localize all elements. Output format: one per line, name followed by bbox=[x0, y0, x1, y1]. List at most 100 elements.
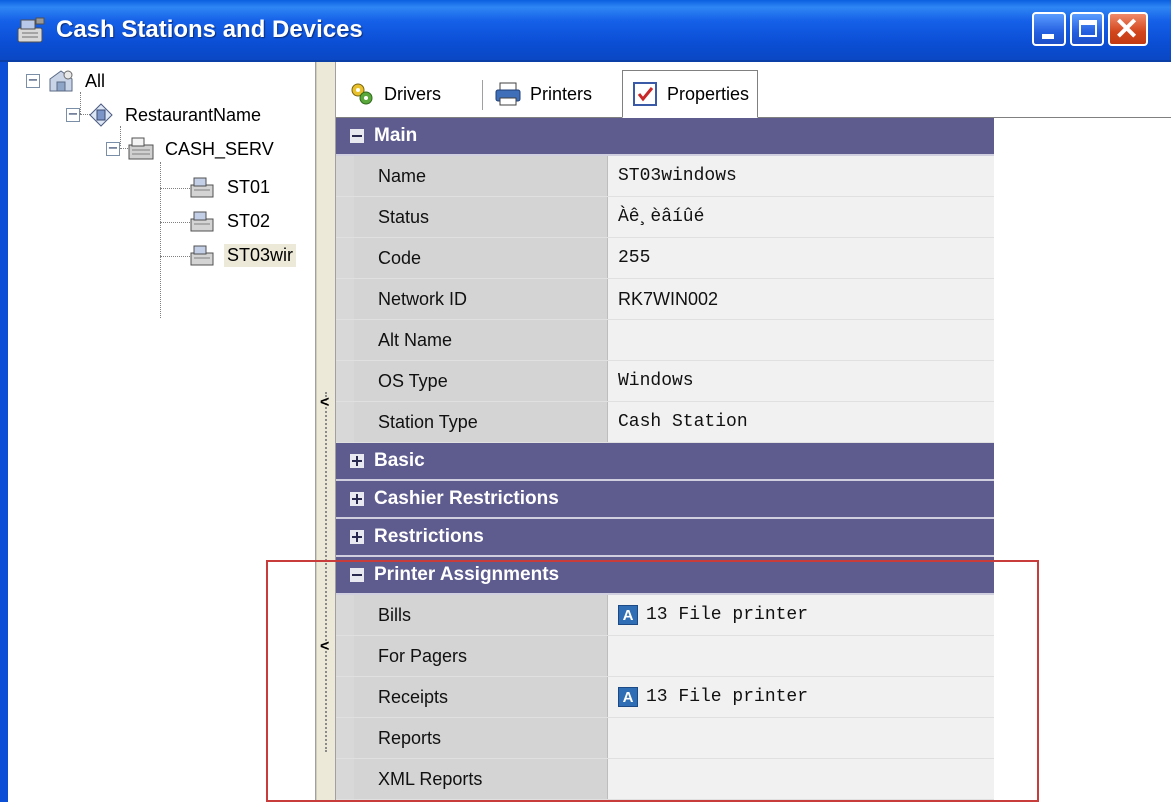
window-title: Cash Stations and Devices bbox=[56, 16, 363, 43]
tree-label-station: ST02 bbox=[227, 210, 271, 231]
device-tree: − All − RestaurantName − CASH_SERV ST01 … bbox=[8, 62, 316, 802]
section-title: Basic bbox=[374, 450, 425, 471]
property-value[interactable] bbox=[608, 759, 994, 799]
property-row[interactable]: Bills A 13 File printer bbox=[336, 595, 994, 636]
close-button[interactable]: ✕ bbox=[1108, 12, 1148, 46]
section-title: Cashier Restrictions bbox=[374, 488, 559, 509]
property-row[interactable]: For Pagers bbox=[336, 636, 994, 677]
property-name: OS Type bbox=[354, 361, 608, 401]
property-row[interactable]: OS Type Windows bbox=[336, 361, 994, 402]
cash-register-icon bbox=[190, 211, 214, 232]
section-header-printer-assignments[interactable]: Printer Assignments bbox=[336, 557, 994, 595]
collapse-arrow-icon[interactable]: < bbox=[320, 638, 329, 656]
minimize-icon bbox=[1042, 34, 1054, 39]
tab-properties[interactable]: Properties bbox=[622, 70, 759, 118]
section-title: Restrictions bbox=[374, 526, 484, 547]
section-title: Main bbox=[374, 125, 418, 146]
printer-assignment-icon: A bbox=[618, 687, 638, 707]
tree-label-station: ST01 bbox=[227, 176, 271, 197]
property-name: Alt Name bbox=[354, 320, 608, 360]
property-row[interactable]: Alt Name bbox=[336, 320, 994, 361]
printer-assignment-icon: A bbox=[618, 605, 638, 625]
tab-label: Drivers bbox=[384, 83, 441, 104]
tree-node-station[interactable]: ST02 bbox=[188, 206, 273, 236]
property-row[interactable]: Name ST03windows bbox=[336, 156, 994, 197]
property-value[interactable]: A 13 File printer bbox=[608, 595, 994, 635]
drivers-icon bbox=[351, 83, 373, 105]
expand-icon[interactable] bbox=[350, 492, 364, 506]
section-header-basic[interactable]: Basic bbox=[336, 443, 994, 481]
section-header-main[interactable]: Main bbox=[336, 118, 994, 156]
property-name: Bills bbox=[354, 595, 608, 635]
collapse-arrow-icon[interactable]: < bbox=[320, 394, 329, 412]
cash-register-icon bbox=[17, 17, 45, 43]
restaurant-icon bbox=[89, 103, 113, 127]
network-icon bbox=[49, 70, 73, 92]
property-value[interactable]: 255 bbox=[608, 238, 994, 278]
tree-label-all: All bbox=[85, 70, 106, 91]
tab-drivers[interactable]: Drivers bbox=[340, 72, 449, 116]
tree-label-station: ST03wir bbox=[224, 243, 297, 267]
section-title: Printer Assignments bbox=[374, 564, 560, 585]
property-value[interactable]: RK7WIN002 bbox=[608, 279, 994, 319]
tab-label: Properties bbox=[667, 83, 750, 104]
tree-node-station-selected[interactable]: ST03wir bbox=[188, 240, 297, 270]
minimize-button[interactable] bbox=[1032, 12, 1066, 46]
maximize-icon bbox=[1079, 20, 1097, 37]
section-header-restrictions[interactable]: Restrictions bbox=[336, 519, 994, 557]
property-value[interactable]: Windows bbox=[608, 361, 994, 401]
property-row[interactable]: Reports bbox=[336, 718, 994, 759]
splitter-grip[interactable] bbox=[325, 392, 327, 752]
printer-icon bbox=[495, 82, 521, 106]
property-name: Code bbox=[354, 238, 608, 278]
tree-node-restaurant[interactable]: − RestaurantName bbox=[66, 100, 264, 130]
property-row[interactable]: Status Àê¸èâíûé bbox=[336, 197, 994, 238]
property-name: Network ID bbox=[354, 279, 608, 319]
expand-icon[interactable] bbox=[350, 530, 364, 544]
tree-node-server[interactable]: − CASH_SERV bbox=[106, 134, 277, 164]
property-name: For Pagers bbox=[354, 636, 608, 676]
property-value[interactable] bbox=[608, 718, 994, 758]
printer-name: 13 File printer bbox=[646, 687, 809, 707]
tree-node-all[interactable]: − All bbox=[26, 66, 108, 96]
property-value[interactable]: ST03windows bbox=[608, 156, 994, 196]
property-value[interactable] bbox=[608, 636, 994, 676]
property-value[interactable]: Cash Station bbox=[608, 402, 994, 442]
window-frame-left bbox=[0, 62, 8, 802]
property-name: XML Reports bbox=[354, 759, 608, 799]
cash-register-icon bbox=[190, 177, 214, 198]
expand-icon[interactable] bbox=[350, 454, 364, 468]
property-row[interactable]: Code 255 bbox=[336, 238, 994, 279]
collapse-icon[interactable] bbox=[350, 568, 364, 582]
maximize-button[interactable] bbox=[1070, 12, 1104, 46]
tab-printers[interactable]: Printers bbox=[486, 72, 600, 116]
collapse-toggle[interactable]: − bbox=[26, 74, 40, 88]
property-row[interactable]: Station Type Cash Station bbox=[336, 402, 994, 443]
tree-label-server: CASH_SERV bbox=[165, 138, 274, 159]
property-name: Station Type bbox=[354, 402, 608, 442]
property-value[interactable]: Àê¸èâíûé bbox=[608, 197, 994, 237]
property-name: Status bbox=[354, 197, 608, 237]
close-icon: ✕ bbox=[1114, 13, 1140, 46]
section-header-cashier-restrictions[interactable]: Cashier Restrictions bbox=[336, 481, 994, 519]
property-name: Reports bbox=[354, 718, 608, 758]
collapse-toggle[interactable]: − bbox=[106, 142, 120, 156]
property-row[interactable]: Receipts A 13 File printer bbox=[336, 677, 994, 718]
tree-node-station[interactable]: ST01 bbox=[188, 172, 273, 202]
tree-label-restaurant: RestaurantName bbox=[125, 104, 262, 125]
property-name: Receipts bbox=[354, 677, 608, 717]
collapse-icon[interactable] bbox=[350, 129, 364, 143]
property-value[interactable]: A 13 File printer bbox=[608, 677, 994, 717]
properties-icon bbox=[633, 82, 657, 106]
property-row[interactable]: XML Reports bbox=[336, 759, 994, 800]
property-value[interactable] bbox=[608, 320, 994, 360]
property-row[interactable]: Network ID RK7WIN002 bbox=[336, 279, 994, 320]
tab-strip: Drivers Printers Properties bbox=[336, 68, 1171, 118]
pane-splitter[interactable]: < < bbox=[316, 62, 336, 802]
title-bar: Cash Stations and Devices ✕ bbox=[0, 0, 1171, 62]
collapse-toggle[interactable]: − bbox=[66, 108, 80, 122]
tab-label: Printers bbox=[530, 83, 593, 104]
cash-register-icon bbox=[190, 245, 214, 266]
server-icon bbox=[128, 137, 154, 160]
property-grid: Main Name ST03windows Status Àê¸èâíûé Co… bbox=[336, 118, 994, 800]
